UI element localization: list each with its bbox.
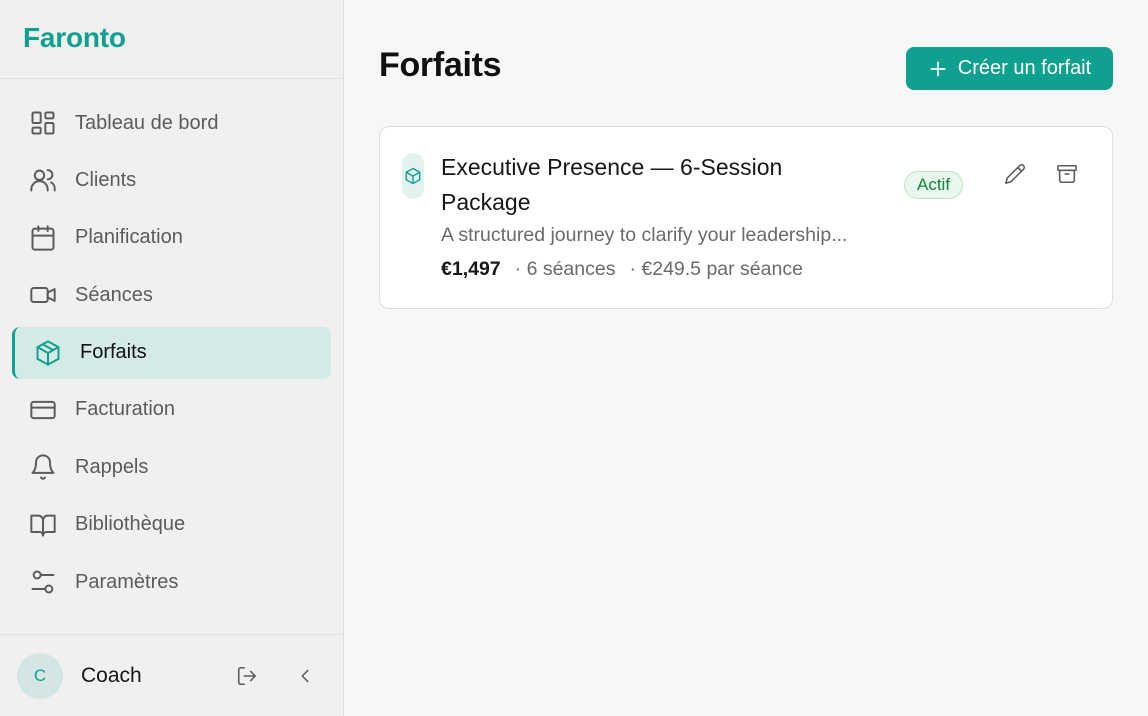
plus-icon	[930, 61, 946, 76]
sidebar-item-forfaits[interactable]: Forfaits	[12, 326, 331, 379]
package-sessions: · 6 séances	[514, 258, 616, 280]
main-content: Forfaits Créer un forfait Executive Pres…	[344, 0, 1148, 716]
users-icon	[29, 166, 57, 194]
page-header: Forfaits Créer un forfait	[379, 0, 1113, 126]
dashboard-icon	[29, 109, 57, 137]
bell-icon	[29, 453, 57, 481]
package-icon	[402, 153, 424, 199]
sidebar-item-label: Paramètres	[75, 570, 179, 593]
sidebar-item-clients[interactable]: Clients	[12, 154, 331, 206]
sidebar-item-label: Planification	[75, 226, 183, 249]
package-card[interactable]: Executive Presence — 6-Session Package A…	[379, 126, 1113, 309]
sidebar-item-planification[interactable]: Planification	[12, 212, 331, 264]
sidebar-item-label: Facturation	[75, 398, 176, 421]
book-icon	[29, 511, 57, 539]
edit-package-button[interactable]	[1001, 160, 1029, 188]
package-meta: €1,497 · 6 séances · €249.5 par séance	[441, 258, 803, 281]
sidebar-item-dashboard[interactable]: Tableau de bord	[12, 97, 331, 149]
sidebar-nav: Tableau de bord Clients Planification Sé…	[0, 79, 343, 634]
create-package-label: Créer un forfait	[957, 57, 1092, 79]
sidebar-item-label: Séances	[75, 283, 153, 306]
sidebar-footer: C Coach	[0, 634, 343, 716]
sidebar-item-label: Forfaits	[80, 341, 147, 364]
sidebar-item-label: Tableau de bord	[75, 111, 219, 134]
sidebar-item-bibliotheque[interactable]: Bibliothèque	[12, 499, 331, 551]
avatar[interactable]: C	[17, 652, 63, 699]
create-package-button[interactable]: Créer un forfait	[906, 47, 1113, 90]
calendar-icon	[29, 224, 57, 252]
credit-card-icon	[29, 396, 57, 424]
pencil-icon	[1005, 163, 1026, 184]
logout-icon	[237, 666, 257, 685]
user-name: Coach	[81, 663, 142, 687]
logout-button[interactable]	[233, 662, 261, 690]
sidebar-item-label: Bibliothèque	[75, 513, 186, 536]
brand-logo[interactable]: Faronto	[0, 0, 343, 79]
archive-package-button[interactable]	[1053, 160, 1081, 188]
sidebar-item-seances[interactable]: Séances	[12, 269, 331, 321]
status-badge: Actif	[904, 171, 964, 199]
app-root: Faronto Tableau de bord Clients Planific…	[0, 0, 1148, 716]
collapse-sidebar-button[interactable]	[291, 662, 319, 690]
package-description: A structured journey to clarify your lea…	[441, 224, 848, 246]
sliders-icon	[29, 568, 57, 596]
package-price: €1,497	[441, 258, 501, 280]
archive-icon	[1057, 164, 1077, 184]
sidebar-item-parametres[interactable]: Paramètres	[12, 556, 331, 608]
package-icon	[34, 339, 62, 367]
sidebar-item-label: Rappels	[75, 455, 149, 478]
sidebar: Faronto Tableau de bord Clients Planific…	[0, 0, 344, 716]
sidebar-item-rappels[interactable]: Rappels	[12, 441, 331, 493]
sidebar-item-label: Clients	[75, 168, 137, 191]
page-title: Forfaits	[379, 46, 502, 84]
chevron-left-icon	[301, 669, 309, 682]
video-icon	[29, 281, 57, 309]
package-per-session: · €249.5 par séance	[629, 258, 803, 280]
package-title: Executive Presence — 6-Session Package	[441, 154, 783, 215]
sidebar-item-facturation[interactable]: Facturation	[12, 384, 331, 436]
